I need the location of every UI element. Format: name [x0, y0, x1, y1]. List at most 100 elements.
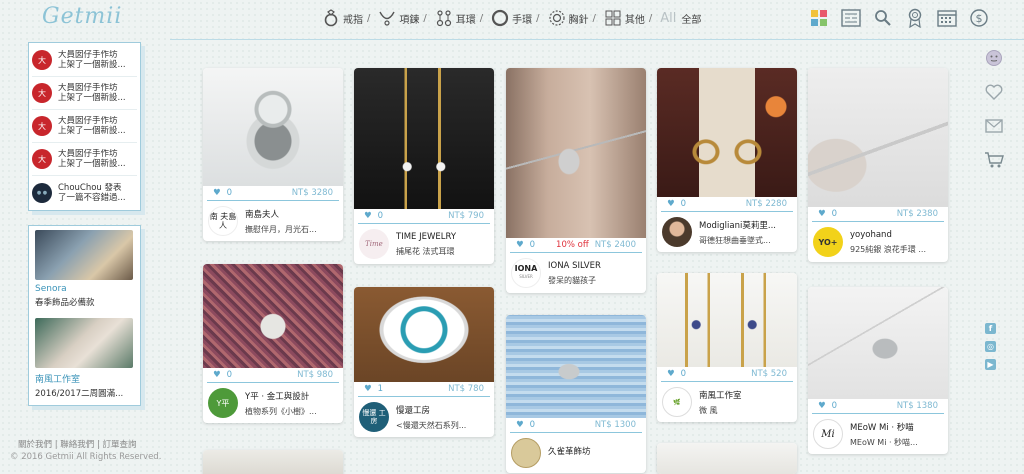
shop-name[interactable]: 南風工作室 — [699, 389, 791, 401]
article-icon[interactable] — [840, 7, 862, 29]
product-title[interactable]: 植物系列《小樹》... — [245, 406, 337, 417]
product-card[interactable]: ♥ 0 NT$ 790 Time TIME JEWELRY 捕尾花 法式耳環 — [354, 68, 494, 264]
product-image[interactable] — [808, 287, 948, 399]
calendar-icon[interactable] — [936, 7, 958, 29]
featured-name[interactable]: Senora — [35, 284, 134, 294]
activity-item[interactable]: 大 大員囡仔手作坊 上架了一個新設... — [32, 110, 137, 143]
award-icon[interactable] — [904, 7, 926, 29]
footer-links[interactable]: 關於我們 | 聯絡我們 | 訂單查詢 — [18, 438, 137, 450]
featured-image[interactable] — [35, 230, 133, 280]
product-card[interactable] — [203, 450, 343, 474]
product-image[interactable] — [657, 68, 797, 197]
shop-name[interactable]: 久雀革飾坊 — [548, 445, 640, 457]
activity-item[interactable]: 大 大員囡仔手作坊 上架了一個新設... — [32, 143, 137, 176]
product-card[interactable]: ♥ 0 10% off NT$ 2400 IONA SILVER IONA SILV… — [506, 68, 646, 293]
activity-item[interactable]: ● ● ChouChou 發表 了一篇不容錯過... — [32, 176, 137, 209]
like-button[interactable]: ♥ 0 — [516, 240, 535, 250]
product-image[interactable] — [506, 68, 646, 238]
product-card[interactable]: ♥ 0 NT$ 1300 久雀革飾坊 — [506, 315, 646, 473]
shop-avatar[interactable]: 🌿 — [662, 387, 692, 417]
shop-name[interactable]: IONA SILVER — [548, 261, 640, 271]
product-image[interactable] — [354, 287, 494, 382]
shop-name[interactable]: Y平 · 金工與設計 — [245, 390, 337, 402]
search-icon[interactable] — [872, 7, 894, 29]
smiley-icon[interactable] — [984, 48, 1004, 68]
ring-icon — [322, 9, 340, 27]
heart-outline-icon[interactable] — [984, 82, 1004, 102]
product-title[interactable]: 925純銀 浪花手環 ... — [850, 244, 942, 255]
shop-avatar[interactable]: 慢還 工房 — [359, 402, 389, 432]
color-blocks-icon[interactable] — [808, 7, 830, 29]
iona-logo-subtext: SILVER — [519, 274, 533, 279]
shop-name[interactable]: yoyohand — [850, 230, 942, 240]
featured-name[interactable]: 南風工作室 — [35, 372, 134, 385]
product-card[interactable]: ♥ 0 NT$ 980 Y平 Y平 · 金工與設計 植物系列《小樹》... — [203, 264, 343, 423]
product-image[interactable] — [506, 315, 646, 418]
product-title[interactable]: 發呆的貓孩子 — [548, 275, 640, 286]
shop-avatar[interactable] — [511, 438, 541, 468]
cart-icon[interactable] — [984, 150, 1004, 170]
mail-icon[interactable] — [984, 116, 1004, 136]
shop-name[interactable]: Modigliani莫莉里... — [699, 219, 791, 231]
like-button[interactable]: ♥ 0 — [667, 369, 686, 379]
shop-avatar[interactable]: Y平 — [208, 388, 238, 418]
product-card[interactable] — [657, 443, 797, 474]
product-card[interactable]: ♥ 0 NT$ 520 🌿 南風工作室微 風 — [657, 273, 797, 422]
featured-desc: 2016/2017二周圓滿... — [35, 389, 124, 399]
nav-brooch[interactable]: 胸針 / — [548, 9, 596, 27]
activity-item[interactable]: 大 大員囡仔手作坊 上架了一個新設... — [32, 44, 137, 77]
featured-image[interactable] — [35, 318, 133, 368]
getmii-logo[interactable]: Getmii — [42, 4, 122, 29]
product-image[interactable] — [657, 443, 797, 474]
bracelet-icon — [491, 9, 509, 27]
product-card[interactable]: ♥ 0 NT$ 1380 Mi MEoW Mi · 秒喵 MEoW Mi · 秒喵.… — [808, 287, 948, 454]
product-image[interactable] — [203, 450, 343, 474]
instagram-icon[interactable]: ◎ — [985, 341, 996, 352]
like-button[interactable]: ♥ 0 — [516, 420, 535, 430]
product-card[interactable]: ♥ 0 NT$ 2380 YO+ yoyohand 925純銀 浪花手環 ... — [808, 68, 948, 262]
dollar-icon[interactable]: $ — [968, 7, 990, 29]
nav-all[interactable]: All 全部 — [660, 11, 701, 26]
product-image[interactable] — [657, 273, 797, 367]
product-image[interactable] — [808, 68, 948, 207]
shop-avatar[interactable] — [662, 217, 692, 247]
nav-other[interactable]: 其他 / — [604, 9, 652, 27]
like-button[interactable]: ♥ 1 — [364, 384, 383, 394]
like-button[interactable]: ♥ 0 — [818, 209, 837, 219]
right-quick-icons — [984, 48, 1004, 170]
nav-bracelet[interactable]: 手環 / — [491, 9, 540, 27]
product-title[interactable]: 撫慰伴月，月光石... — [245, 224, 337, 235]
like-button[interactable]: ♥ 0 — [213, 370, 232, 380]
shop-name[interactable]: 南島夫人 — [245, 208, 337, 220]
product-title[interactable]: 哥德狂想曲垂墜式... — [699, 235, 791, 246]
shop-avatar[interactable]: Mi — [813, 419, 843, 449]
nav-ring-label: 戒指 — [343, 14, 363, 26]
product-card[interactable]: ♥ 0 NT$ 3280 南 夫島人 南島夫人 撫慰伴月，月光石... — [203, 68, 343, 241]
shop-avatar[interactable]: 南 夫島人 — [208, 206, 238, 236]
facebook-icon[interactable]: f — [985, 323, 996, 334]
product-card[interactable]: ♥ 1 NT$ 780 慢還 工房 慢還工房 <慢還天然石系列... — [354, 287, 494, 437]
youtube-icon[interactable]: ▶ — [985, 359, 996, 370]
nav-earring[interactable]: 耳環 / — [435, 9, 483, 27]
nav-ring[interactable]: 戒指 / — [322, 9, 370, 27]
product-title[interactable]: <慢還天然石系列... — [396, 420, 488, 431]
product-title[interactable]: 微 風 — [699, 405, 791, 416]
product-image[interactable] — [203, 68, 343, 186]
like-button[interactable]: ♥ 0 — [667, 199, 686, 209]
shop-avatar[interactable]: Time — [359, 229, 389, 259]
shop-avatar[interactable]: YO+ — [813, 227, 843, 257]
shop-name[interactable]: TIME JEWELRY — [396, 232, 488, 242]
like-button[interactable]: ♥ 0 — [213, 188, 232, 198]
nav-necklace[interactable]: 項鍊 / — [378, 9, 427, 27]
activity-item[interactable]: 大 大員囡仔手作坊 上架了一個新設... — [32, 77, 137, 110]
shop-name[interactable]: MEoW Mi · 秒喵 — [850, 421, 942, 433]
shop-avatar[interactable]: IONA SILVER — [511, 258, 541, 288]
product-image[interactable] — [203, 264, 343, 368]
like-button[interactable]: ♥ 0 — [818, 401, 837, 411]
product-title[interactable]: MEoW Mi · 秒喵... — [850, 437, 942, 448]
shop-name[interactable]: 慢還工房 — [396, 404, 488, 416]
product-title[interactable]: 捕尾花 法式耳環 — [396, 246, 488, 257]
like-button[interactable]: ♥ 0 — [364, 211, 383, 221]
product-card[interactable]: ♥ 0 NT$ 2280 Modigliani莫莉里... 哥德狂想曲垂墜式... — [657, 68, 797, 252]
product-image[interactable] — [354, 68, 494, 209]
